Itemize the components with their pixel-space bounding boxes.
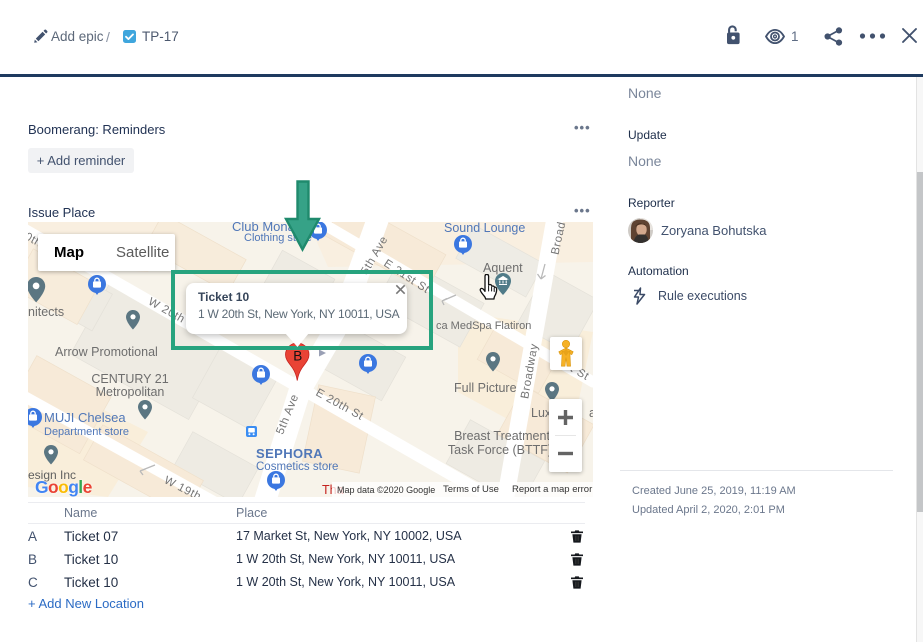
svg-text:ca MedSpa Flatiron: ca MedSpa Flatiron	[436, 320, 531, 332]
svg-text:Cosmetics store: Cosmetics store	[256, 461, 338, 473]
svg-text:Task Force (BTTF): Task Force (BTTF)	[448, 443, 552, 457]
svg-text:al: al	[589, 406, 593, 420]
svg-text:Breast Treatment: Breast Treatment	[454, 429, 550, 443]
svg-text:Arrow Promotional: Arrow Promotional	[55, 345, 158, 359]
svg-text:MUJI Chelsea: MUJI Chelsea	[44, 410, 126, 425]
svg-text:CENTURY 21: CENTURY 21	[91, 372, 168, 386]
svg-text:Full Picture: Full Picture	[454, 381, 517, 395]
svg-text:B: B	[293, 349, 302, 364]
svg-text:Aquent: Aquent	[483, 261, 523, 275]
svg-text:Metropolitan: Metropolitan	[96, 385, 165, 399]
svg-text:Sound Lounge: Sound Lounge	[444, 222, 525, 235]
svg-text:Department store: Department store	[44, 426, 129, 438]
svg-text:SEPHORA: SEPHORA	[256, 446, 323, 461]
svg-text:nitects: nitects	[28, 305, 64, 319]
